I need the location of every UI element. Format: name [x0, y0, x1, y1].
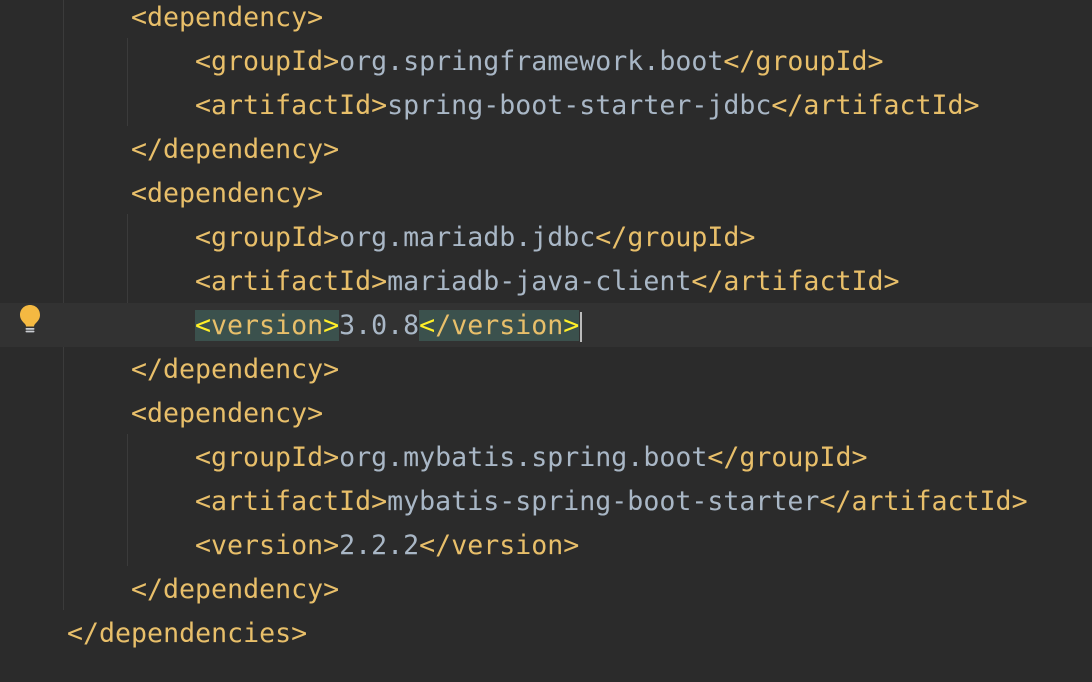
code-line[interactable]: <groupId>org.mybatis.spring.boot</groupI… — [195, 436, 867, 480]
xml-close-tag: </groupId> — [707, 442, 868, 473]
xml-open-tag: <groupId> — [195, 222, 340, 253]
code-line[interactable]: <groupId>org.mariadb.jdbc</groupId> — [195, 216, 755, 260]
code-line[interactable]: </dependencies> — [67, 612, 307, 656]
xml-close-tag: </version> — [419, 530, 580, 561]
xml-open-tag: </dependency> — [131, 354, 340, 385]
code-line[interactable]: <version>3.0.8</version> — [195, 304, 583, 348]
xml-open-tag: <artifactId> — [195, 486, 388, 517]
xml-close-tag: </artifactId> — [771, 90, 980, 121]
code-line[interactable]: <artifactId>spring-boot-starter-jdbc</ar… — [195, 84, 980, 128]
xml-open-tag: <dependency> — [131, 2, 324, 33]
xml-close-tag: </artifactId> — [819, 486, 1028, 517]
xml-open-tag: <groupId> — [195, 442, 340, 473]
code-editor[interactable]: <dependency> <groupId>org.springframework… — [0, 0, 1092, 682]
code-line[interactable]: <dependency> — [131, 392, 323, 436]
xml-open-tag: <artifactId> — [195, 266, 388, 297]
xml-text-value: 3.0.8 — [339, 310, 420, 341]
code-line[interactable]: <artifactId>mybatis-spring-boot-starter<… — [195, 480, 1028, 524]
indent-guide — [127, 434, 128, 566]
xml-close-tag: </version> — [419, 310, 580, 341]
xml-open-tag: </dependency> — [131, 574, 340, 605]
indent-guide — [127, 38, 128, 126]
xml-open-tag: <groupId> — [195, 46, 340, 77]
xml-open-tag: <dependency> — [131, 178, 324, 209]
xml-open-tag: <dependency> — [131, 398, 324, 429]
code-line[interactable]: <artifactId>mariadb-java-client</artifac… — [195, 260, 900, 304]
xml-text-value: org.springframework.boot — [339, 46, 724, 77]
xml-open-tag: <version> — [195, 530, 340, 561]
xml-text-value: spring-boot-starter-jdbc — [387, 90, 772, 121]
xml-text-value: org.mybatis.spring.boot — [339, 442, 708, 473]
xml-open-tag: </dependency> — [131, 134, 340, 165]
xml-text-value: org.mariadb.jdbc — [339, 222, 596, 253]
xml-text-value: 2.2.2 — [339, 530, 420, 561]
code-line[interactable]: <groupId>org.springframework.boot</group… — [195, 40, 883, 84]
xml-close-tag: </artifactId> — [691, 266, 900, 297]
code-line[interactable]: <version>2.2.2</version> — [195, 524, 579, 568]
code-line[interactable]: <dependency> — [131, 0, 323, 40]
lightbulb-icon[interactable] — [18, 304, 42, 334]
xml-open-tag: </dependencies> — [67, 618, 308, 649]
code-line[interactable]: </dependency> — [131, 128, 339, 172]
xml-close-tag: </groupId> — [723, 46, 884, 77]
xml-open-tag: <version> — [195, 310, 340, 341]
xml-text-value: mariadb-java-client — [387, 266, 692, 297]
code-line[interactable]: <dependency> — [131, 172, 323, 216]
text-caret — [580, 311, 583, 342]
code-line[interactable]: </dependency> — [131, 568, 339, 612]
code-line[interactable]: </dependency> — [131, 348, 339, 392]
xml-text-value: mybatis-spring-boot-starter — [387, 486, 820, 517]
xml-open-tag: <artifactId> — [195, 90, 388, 121]
xml-close-tag: </groupId> — [595, 222, 756, 253]
